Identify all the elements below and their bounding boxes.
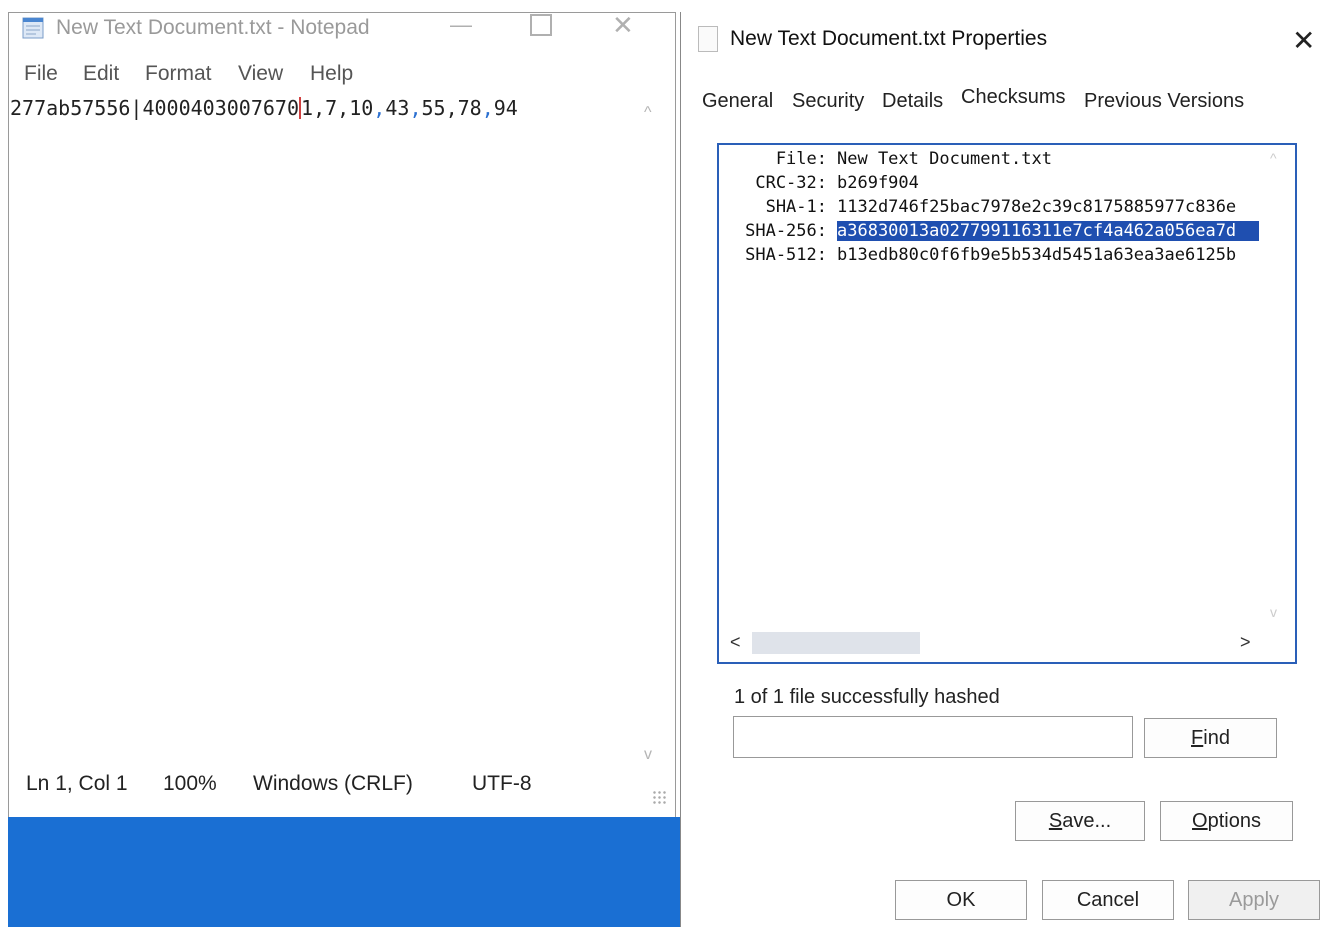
text-segment: | <box>130 96 143 120</box>
scroll-down-arrow-icon[interactable]: v <box>1270 604 1277 620</box>
ok-button[interactable]: OK <box>895 880 1027 920</box>
apply-button[interactable]: Apply <box>1188 880 1320 920</box>
mnemonic-letter: O <box>1192 810 1208 832</box>
menu-edit[interactable]: Edit <box>83 62 119 86</box>
options-button[interactable]: Options <box>1160 801 1293 841</box>
menu-view[interactable]: View <box>238 62 283 86</box>
text-segment: , <box>313 96 326 120</box>
status-encoding: UTF-8 <box>472 772 532 795</box>
tab-previous-versions[interactable]: Previous Versions <box>1084 90 1244 113</box>
mnemonic-letter: S <box>1048 810 1063 832</box>
desktop-background <box>8 817 680 927</box>
text-segment: 4000403007670 <box>142 96 300 120</box>
status-zoom: 100% <box>163 772 217 795</box>
hash-row-sha256[interactable]: SHA-256: a36830013a027799116311e7cf4a462… <box>719 221 1279 245</box>
tab-details[interactable]: Details <box>882 90 943 113</box>
hash-label: File: <box>775 149 827 169</box>
text-segment: 94 <box>493 96 518 120</box>
menu-help[interactable]: Help <box>310 62 353 86</box>
status-line-ending: Windows (CRLF) <box>253 772 413 795</box>
maximize-button[interactable] <box>530 14 552 36</box>
tab-checksums[interactable]: Checksums <box>961 86 1065 109</box>
tab-security[interactable]: Security <box>792 90 864 113</box>
menu-file[interactable]: File <box>24 62 58 86</box>
notepad-title: New Text Document.txt - Notepad <box>56 16 370 39</box>
text-segment: , <box>409 96 422 120</box>
hash-value-selected[interactable]: a36830013a027799116311e7cf4a462a056ea7d <box>837 221 1259 241</box>
notepad-icon <box>22 17 44 39</box>
hash-label: SHA-256: <box>745 221 827 241</box>
scroll-left-arrow-icon[interactable]: < <box>730 632 741 653</box>
text-segment: 1 <box>301 96 314 120</box>
mnemonic-letter: F <box>1191 727 1204 749</box>
hash-row-file: File: New Text Document.txt <box>719 149 1279 173</box>
text-segment: , <box>445 96 458 120</box>
checksums-panel[interactable]: File: New Text Document.txt CRC-32: b269… <box>717 143 1297 664</box>
hash-label: CRC-32: <box>755 173 827 193</box>
hash-label: SHA-1: <box>765 197 827 217</box>
document-icon <box>698 26 718 52</box>
scroll-down-arrow-icon[interactable]: v <box>644 746 652 764</box>
hash-label: SHA-512: <box>745 245 827 265</box>
text-segment: 78 <box>457 96 482 120</box>
hash-status-message: 1 of 1 file successfully hashed <box>734 686 1000 708</box>
hash-row-crc32: CRC-32: b269f904 <box>719 173 1279 197</box>
text-editor[interactable]: 277ab57556|4000403007670 1,7,10,43,55,78,… <box>10 96 518 120</box>
close-button[interactable]: ✕ <box>612 10 634 41</box>
hash-value: b269f904 <box>837 173 919 193</box>
resize-grip-icon[interactable] <box>652 790 666 804</box>
text-segment: 43 <box>385 96 410 120</box>
cancel-button[interactable]: Cancel <box>1042 880 1174 920</box>
text-segment: 10 <box>349 96 374 120</box>
hash-value: b13edb80c0f6fb9e5b534d5451a63ea3ae6125b <box>837 245 1237 265</box>
horizontal-scroll-thumb[interactable] <box>752 632 920 654</box>
hash-value: New Text Document.txt <box>837 149 1052 169</box>
menu-format[interactable]: Format <box>145 62 212 86</box>
status-position: Ln 1, Col 1 <box>26 772 128 795</box>
hash-row-sha512: SHA-512: b13edb80c0f6fb9e5b534d5451a63ea… <box>719 245 1279 269</box>
hash-value: 1132d746f25bac7978e2c39c8175885977c836e <box>837 197 1237 217</box>
dialog-title: New Text Document.txt Properties <box>730 27 1048 50</box>
text-segment: , <box>481 96 494 120</box>
dialog-close-button[interactable]: ✕ <box>1292 24 1315 57</box>
scroll-up-arrow-icon[interactable]: ^ <box>644 104 652 122</box>
scroll-right-arrow-icon[interactable]: > <box>1240 632 1251 653</box>
text-segment: , <box>373 96 386 120</box>
text-segment: 55 <box>421 96 446 120</box>
scroll-up-arrow-icon[interactable]: ^ <box>1270 150 1277 166</box>
text-segment: 7 <box>325 96 338 120</box>
button-label: ptions <box>1207 810 1261 832</box>
button-label: ind <box>1203 727 1230 749</box>
find-button[interactable]: Find <box>1144 718 1277 758</box>
notepad-window <box>8 12 676 817</box>
text-segment: , <box>337 96 350 120</box>
text-segment: 277ab57556 <box>10 96 131 120</box>
tab-general[interactable]: General <box>702 90 773 113</box>
save-button[interactable]: Save... <box>1015 801 1145 841</box>
find-input[interactable] <box>733 716 1133 758</box>
hash-row-sha1: SHA-1: 1132d746f25bac7978e2c39c817588597… <box>719 197 1279 221</box>
minimize-button[interactable]: — <box>450 12 472 38</box>
button-label: ave... <box>1062 810 1112 832</box>
